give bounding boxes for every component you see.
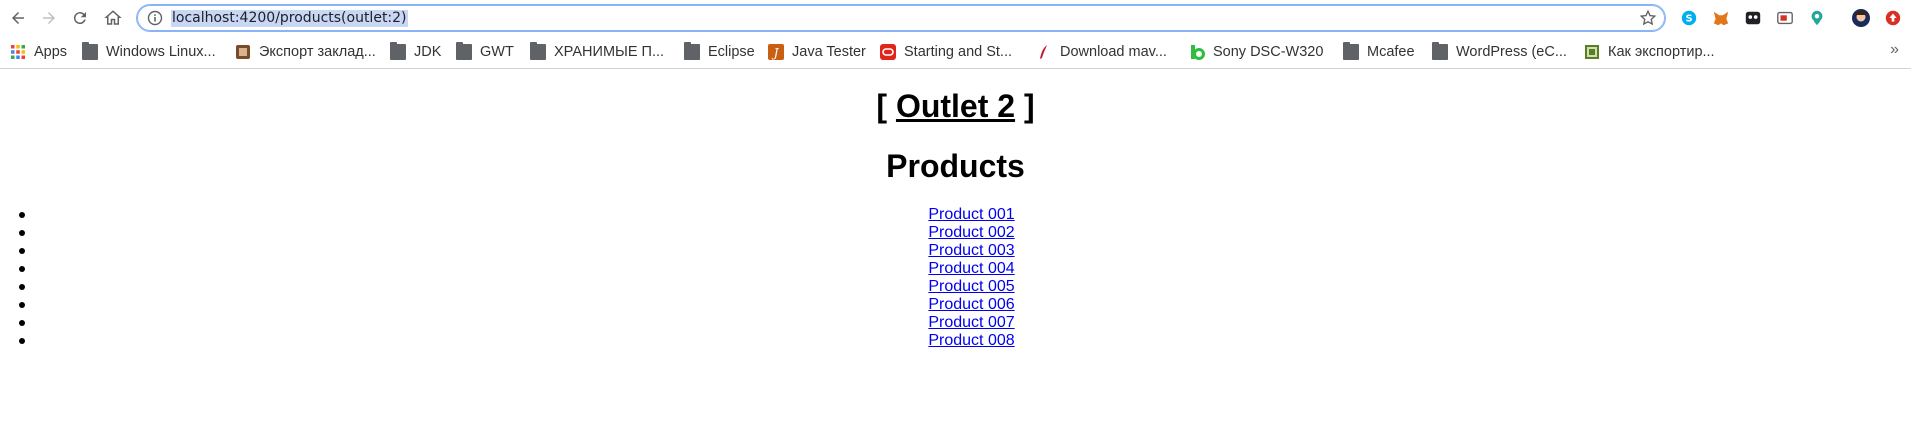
bookmark-label: JDK xyxy=(414,44,442,60)
java-favicon-icon: J xyxy=(768,44,784,60)
outlet-bracket-close: ] xyxy=(1023,88,1035,124)
cast-extension-icon[interactable] xyxy=(1775,8,1795,28)
list-item: Product 005 xyxy=(0,278,1911,296)
site-favicon-icon xyxy=(1584,44,1600,60)
reload-icon xyxy=(73,12,86,25)
address-bar[interactable]: localhost:4200/products(outlet:2) xyxy=(136,4,1666,32)
bookmark-mcafee[interactable]: Mcafee xyxy=(1343,42,1415,62)
bookmark-starting-and-stopping[interactable]: Starting and St... xyxy=(880,42,1012,62)
bookmark-apps[interactable]: Apps xyxy=(10,42,67,62)
bookmark-label: Starting and St... xyxy=(904,44,1013,60)
bookmark-label: Windows Linux... xyxy=(106,44,216,60)
back-button[interactable] xyxy=(6,6,30,30)
bullet-icon xyxy=(19,266,25,272)
bookmark-label: WordPress (eC... xyxy=(1456,44,1567,60)
product-list: Product 001 Product 002 Product 003 Prod… xyxy=(0,206,1911,350)
list-item: Product 002 xyxy=(0,224,1911,242)
folder-icon xyxy=(1432,42,1448,60)
bookmark-jdk[interactable]: JDK xyxy=(390,42,441,62)
location-pin-extension-icon[interactable] xyxy=(1807,8,1827,28)
page-content: [ Outlet 2 ] Products Product 001 Produc… xyxy=(0,69,1911,440)
bullet-icon xyxy=(19,212,25,218)
bookmark-eclipse[interactable]: Eclipse xyxy=(684,42,755,62)
product-link[interactable]: Product 007 xyxy=(928,314,1014,331)
ghostery-extension-icon[interactable] xyxy=(1743,8,1763,28)
bookmark-label: Экспорт заклад... xyxy=(259,44,376,60)
apps-grid-icon xyxy=(10,44,26,60)
list-item: Product 008 xyxy=(0,332,1911,350)
product-link[interactable]: Product 006 xyxy=(928,296,1014,313)
folder-icon xyxy=(456,42,472,60)
list-item: Product 001 xyxy=(0,206,1911,224)
home-button[interactable] xyxy=(101,6,125,30)
bookmark-sony[interactable]: Sony DSC-W320 xyxy=(1189,42,1323,62)
info-icon xyxy=(147,10,163,26)
folder-icon xyxy=(82,42,98,60)
bookmark-java-tester[interactable]: J Java Tester xyxy=(768,42,866,62)
bookmark-favicon-icon xyxy=(235,44,251,60)
bookmark-stored[interactable]: ХРАНИМЫЕ П... xyxy=(530,42,664,62)
bookmark-star-icon[interactable] xyxy=(1639,9,1657,27)
bookmark-download-maven[interactable]: Download mav... xyxy=(1036,42,1167,62)
bullet-icon xyxy=(19,338,25,344)
bullet-icon xyxy=(19,284,25,290)
list-item: Product 007 xyxy=(0,314,1911,332)
bookmark-export[interactable]: Экспорт заклад... xyxy=(235,42,376,62)
bookmark-label: ХРАНИМЫЕ П... xyxy=(554,44,665,60)
profile-avatar-icon[interactable] xyxy=(1851,8,1871,28)
bookmark-label: Download mav... xyxy=(1060,44,1167,60)
bookmarks-overflow-chevron-icon[interactable]: » xyxy=(1890,41,1899,59)
folder-icon xyxy=(530,42,546,60)
bookmarks-bar: Apps Windows Linux... Экспорт заклад... … xyxy=(0,36,1911,69)
bookmark-label: Eclipse xyxy=(708,44,755,60)
oracle-favicon-icon xyxy=(880,44,896,60)
svg-text:S: S xyxy=(1685,14,1692,25)
home-icon xyxy=(104,10,122,25)
bookmark-windows-linux[interactable]: Windows Linux... xyxy=(82,42,216,62)
skype-extension-icon[interactable]: S xyxy=(1679,8,1699,28)
bookmark-label: Java Tester xyxy=(792,44,866,60)
outlet-link[interactable]: Outlet 2 xyxy=(896,88,1015,124)
bookmark-label: Sony DSC-W320 xyxy=(1213,44,1324,60)
outlet-bracket-open: [ xyxy=(876,88,888,124)
product-link[interactable]: Product 004 xyxy=(928,260,1014,277)
product-link[interactable]: Product 003 xyxy=(928,242,1014,259)
bullet-icon xyxy=(19,248,25,254)
browser-toolbar: localhost:4200/products(outlet:2) S xyxy=(0,0,1911,36)
page-title: Products xyxy=(886,148,1025,184)
bullet-icon xyxy=(19,320,25,326)
update-extension-icon[interactable] xyxy=(1883,8,1903,28)
bullet-icon xyxy=(19,302,25,308)
bullet-icon xyxy=(19,230,25,236)
product-link[interactable]: Product 002 xyxy=(928,224,1014,241)
bookmark-label: Apps xyxy=(34,44,68,60)
outlet-heading: [ Outlet 2 ] xyxy=(0,88,1911,125)
folder-icon xyxy=(1343,42,1359,60)
bookmark-wordpress[interactable]: WordPress (eC... xyxy=(1432,42,1567,62)
list-item: Product 004 xyxy=(0,260,1911,278)
back-arrow-icon xyxy=(12,12,24,24)
folder-icon xyxy=(390,42,406,60)
url-text[interactable]: localhost:4200/products(outlet:2) xyxy=(171,10,408,27)
bookmark-gwt[interactable]: GWT xyxy=(456,42,514,62)
product-link[interactable]: Product 001 xyxy=(928,206,1014,223)
product-link[interactable]: Product 005 xyxy=(928,278,1014,295)
bookmark-label: Mcafee xyxy=(1367,44,1415,60)
list-item: Product 003 xyxy=(0,242,1911,260)
maven-favicon-icon xyxy=(1036,44,1052,60)
bookmark-label: GWT xyxy=(480,44,514,60)
metamask-fox-icon[interactable] xyxy=(1711,8,1731,28)
bookmark-how-to-export[interactable]: Как экспортир... xyxy=(1584,42,1715,62)
forward-button[interactable] xyxy=(37,6,61,30)
list-item: Product 006 xyxy=(0,296,1911,314)
bookmark-label: Как экспортир... xyxy=(1608,44,1715,60)
product-link[interactable]: Product 008 xyxy=(928,332,1014,349)
reload-button[interactable] xyxy=(68,6,92,30)
forward-arrow-icon xyxy=(43,12,55,24)
site-favicon-icon xyxy=(1189,44,1205,60)
folder-icon xyxy=(684,42,700,60)
